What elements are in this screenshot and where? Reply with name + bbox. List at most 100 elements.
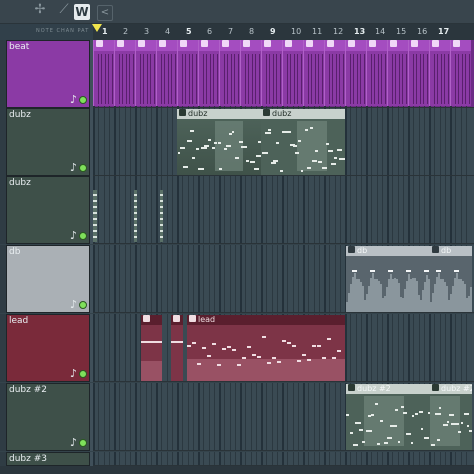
beat-clip[interactable] (282, 40, 303, 106)
note-mark (93, 224, 97, 226)
clip-label: lead (198, 315, 216, 324)
track-lane-3[interactable]: db db (93, 245, 474, 313)
beat-clip[interactable] (429, 40, 450, 106)
clip-header: dubz (177, 109, 261, 119)
beat-clip[interactable] (366, 40, 387, 106)
beat-clip[interactable] (240, 40, 261, 106)
playhead-marker[interactable] (92, 24, 102, 32)
pattern-clip[interactable]: dubz #2 (430, 384, 472, 450)
note-icon[interactable]: ♪ (70, 436, 77, 449)
beat-clip[interactable] (408, 40, 429, 106)
track-lane-5[interactable]: dubz #2 dubz #2 (93, 383, 474, 451)
note-icon[interactable]: ♪ (70, 298, 77, 311)
gridline (460, 108, 462, 175)
beat-clip[interactable] (93, 40, 114, 106)
pattern-clip[interactable]: db (430, 246, 472, 312)
beat-line (412, 54, 414, 104)
back-arrow-button[interactable]: < (97, 5, 113, 21)
track-enable-led[interactable] (79, 439, 87, 447)
slice-clip[interactable] (134, 190, 137, 242)
note-mark (282, 339, 286, 342)
gridline (150, 176, 152, 243)
beat-clip[interactable] (345, 40, 366, 106)
beat-clip[interactable] (177, 40, 198, 106)
note-icon[interactable]: ♪ (70, 93, 77, 106)
note-mark (227, 346, 231, 349)
beat-clip[interactable] (303, 40, 324, 106)
track-lane-1[interactable]: dubz dubz (93, 108, 474, 176)
gridline (187, 452, 189, 465)
slice-clip[interactable] (160, 190, 163, 242)
track-header-6[interactable]: dubz #3 (6, 452, 90, 466)
note-mark (401, 406, 404, 409)
track-enable-led[interactable] (79, 370, 87, 378)
note-icon[interactable]: ♪ (70, 161, 77, 174)
beat-clip[interactable] (450, 40, 471, 106)
track-lane-0[interactable] (93, 40, 474, 108)
beat-line (321, 54, 323, 104)
track-enable-led[interactable] (79, 232, 87, 240)
pattern-clip[interactable]: dubz (261, 109, 345, 175)
beat-clip[interactable] (135, 40, 156, 106)
note-mark (315, 149, 319, 152)
pattern-clip[interactable]: db (346, 246, 430, 312)
gridline (266, 176, 268, 243)
gridline (303, 245, 305, 312)
bar-number: 13 (354, 27, 366, 36)
beat-clip[interactable] (324, 40, 345, 106)
gridline (408, 314, 410, 381)
pattern-clip[interactable] (141, 315, 162, 381)
gridline (355, 176, 357, 243)
gridline (145, 452, 147, 465)
track-header-3[interactable]: db ♪ (6, 245, 90, 313)
gridline (423, 108, 425, 175)
gridline (297, 245, 299, 312)
beat-line (269, 54, 270, 104)
note-mark (454, 270, 459, 272)
pin-icon[interactable]: ✢ (32, 2, 48, 18)
track-enable-led[interactable] (79, 301, 87, 309)
beat-clip[interactable] (156, 40, 177, 106)
beat-clip[interactable] (387, 40, 408, 106)
note-icon[interactable]: ♪ (70, 229, 77, 242)
note-icon[interactable]: ♪ (70, 367, 77, 380)
draw-icon[interactable]: ⟋ (56, 2, 72, 18)
note-mark (406, 270, 411, 272)
note-mark (160, 212, 163, 214)
track-enable-led[interactable] (79, 164, 87, 172)
bottom-scrollbar[interactable] (0, 466, 474, 474)
beat-clip[interactable] (114, 40, 135, 106)
beat-line (192, 54, 193, 104)
track-enable-led[interactable] (79, 96, 87, 104)
gridline (444, 108, 446, 175)
gridline (444, 314, 446, 381)
track-lane-4[interactable]: lead (93, 314, 474, 382)
slice-clip[interactable] (93, 190, 97, 242)
note-mark (322, 356, 326, 359)
track-header-5[interactable]: dubz #2 ♪ (6, 383, 90, 451)
track-header-0[interactable]: beat ♪ (6, 40, 90, 108)
pattern-clip[interactable]: dubz (177, 109, 261, 175)
pattern-clip[interactable]: lead (187, 315, 345, 381)
gridline (98, 245, 100, 312)
note-mark (332, 356, 336, 359)
track-header-1[interactable]: dubz ♪ (6, 108, 90, 176)
pattern-icon (264, 40, 271, 47)
track-lane-2[interactable] (93, 176, 474, 244)
beat-line (391, 54, 393, 104)
track-header-2[interactable]: dubz ♪ (6, 176, 90, 244)
track-header-4[interactable]: lead ♪ (6, 314, 90, 382)
track-lane-6[interactable] (93, 452, 474, 466)
gridline (250, 383, 252, 450)
gridline (208, 245, 210, 312)
timeline-ruler[interactable]: 1 2 3 4 5 6 7 8 9 10 11 12 13 14 15 16 17 (92, 24, 474, 40)
beat-clip[interactable] (261, 40, 282, 106)
pattern-clip[interactable] (171, 315, 183, 381)
beat-clip[interactable] (198, 40, 219, 106)
note-mark (330, 163, 336, 166)
clip-header (171, 315, 183, 325)
pattern-mode-button[interactable]: W (74, 4, 90, 20)
pattern-clip[interactable]: dubz #2 (346, 384, 430, 450)
gridline (255, 383, 257, 450)
beat-clip[interactable] (219, 40, 240, 106)
